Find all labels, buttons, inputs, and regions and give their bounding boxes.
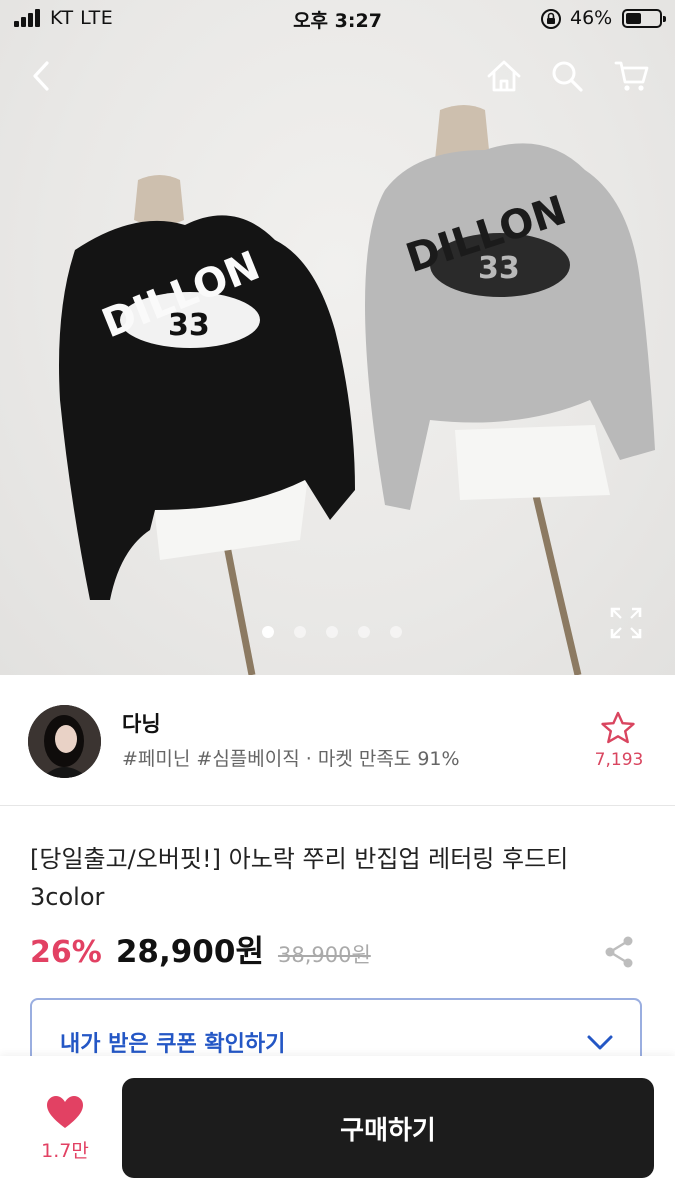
battery-icon <box>622 9 666 28</box>
bottom-action-bar: 1.7만 구매하기 <box>0 1056 675 1200</box>
search-icon <box>552 61 583 92</box>
favorite-shop-star-icon[interactable] <box>598 710 638 746</box>
status-bar: KT LTE 오후 3:27 46% <box>0 0 675 40</box>
print-number-left: 33 <box>168 308 210 343</box>
cart-icon <box>614 61 649 91</box>
print-number-right: 33 <box>478 251 520 286</box>
chevron-left-icon <box>33 61 49 91</box>
product-photo: DILLON 33 DILLON 33 <box>59 105 655 675</box>
favorite-count: 7,193 <box>594 750 644 770</box>
pagination-dot[interactable] <box>326 626 338 638</box>
like-button[interactable]: 1.7만 <box>28 1086 102 1176</box>
coupon-label: 내가 받은 쿠폰 확인하기 <box>60 1032 286 1057</box>
seller-info[interactable]: 다닝 #페미닌 #심플베이직 · 마켓 만족도 91% 7,193 <box>0 676 675 806</box>
pagination-dot-active[interactable] <box>262 626 274 638</box>
buy-button[interactable]: 구매하기 <box>122 1078 654 1178</box>
pagination-dot[interactable] <box>358 626 370 638</box>
price-row: 26% 28,900원 38,900원 <box>30 926 371 972</box>
like-count: 1.7만 <box>41 1140 89 1162</box>
fullscreen-expand-icon[interactable] <box>608 605 644 641</box>
original-price: 38,900원 <box>277 943 371 967</box>
heart-icon <box>47 1096 83 1128</box>
chevron-down-icon <box>587 1035 613 1050</box>
sale-price: 28,900원 <box>115 934 264 970</box>
product-title: [당일출고/오버핏!] 아노락 쭈리 반집업 레터링 후드티 3color <box>30 845 569 911</box>
gallery-pagination <box>262 626 402 638</box>
search-button[interactable] <box>545 54 589 98</box>
battery-percent: 46% <box>570 7 613 29</box>
product-image-gallery[interactable]: DILLON 33 DILLON 33 KT LTE 오후 3:27 46% <box>0 0 675 675</box>
home-button[interactable] <box>482 54 526 98</box>
discount-rate: 26% <box>30 935 102 970</box>
back-button[interactable] <box>20 54 64 98</box>
home-icon <box>487 60 521 92</box>
cart-button[interactable] <box>610 54 654 98</box>
seller-tags: #페미닌 #심플베이직 · 마켓 만족도 91% <box>122 748 460 770</box>
seller-avatar[interactable] <box>28 705 101 778</box>
seller-name[interactable]: 다닝 <box>122 708 161 738</box>
rotation-lock-icon <box>541 9 561 29</box>
pagination-dot[interactable] <box>390 626 402 638</box>
share-icon[interactable] <box>600 933 638 971</box>
pagination-dot[interactable] <box>294 626 306 638</box>
